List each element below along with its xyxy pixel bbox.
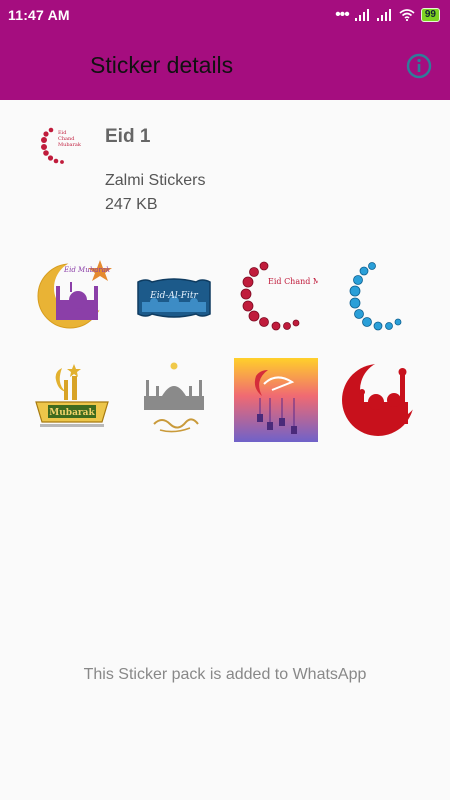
pack-name: Eid 1	[105, 126, 151, 147]
pack-size: 247 KB	[105, 196, 158, 213]
status-icons: ••• 99	[335, 6, 440, 23]
sticker-eid-chand-mubarak[interactable]: Eid Chand Mubarak	[234, 256, 318, 340]
sticker-eid-al-fitr-banner[interactable]: Eid-Al-Fitr	[132, 256, 216, 340]
sticker-caption: Mubarak	[49, 408, 95, 418]
page-title: Sticker details	[90, 52, 234, 78]
sticker-mubarak-gold[interactable]: Mubarak	[30, 358, 114, 442]
app-bar: Sticker details	[0, 30, 450, 100]
status-bar: 11:47 AM ••• 99	[0, 0, 450, 30]
sticker-caption: Eid-Al-Fitr	[149, 291, 198, 301]
sticker-caption: Eid Chand Mubarak	[268, 277, 318, 286]
sticker-blue-gem-crescent[interactable]	[336, 256, 420, 340]
info-icon[interactable]	[404, 51, 434, 81]
added-to-whatsapp-message: This Sticker pack is added to WhatsApp	[83, 666, 367, 683]
more-notifications-icon: •••	[335, 6, 350, 23]
wifi-icon	[399, 9, 415, 21]
sticker-eid-mubarak-crescent[interactable]: Eid Mubarak	[30, 256, 114, 340]
sticker-grid: Eid Mubarak Eid-Al-Fitr Eid Chand Mubara…	[0, 256, 450, 442]
status-time: 11:47 AM	[8, 7, 70, 23]
sticker-gradient-lanterns[interactable]	[234, 358, 318, 442]
pack-tray-icon: Eid Chand Mubarak	[41, 127, 82, 164]
pack-publisher: Zalmi Stickers	[105, 172, 206, 189]
sticker-grey-mosque[interactable]	[132, 358, 216, 442]
sticker-caption: Eid Mubarak	[63, 266, 110, 274]
signal-icon-2	[376, 9, 391, 21]
svg-text:Mubarak: Mubarak	[58, 142, 82, 148]
signal-icon	[354, 9, 369, 21]
battery-icon: 99	[420, 8, 440, 22]
sticker-red-crescent-mosque[interactable]	[336, 358, 420, 442]
